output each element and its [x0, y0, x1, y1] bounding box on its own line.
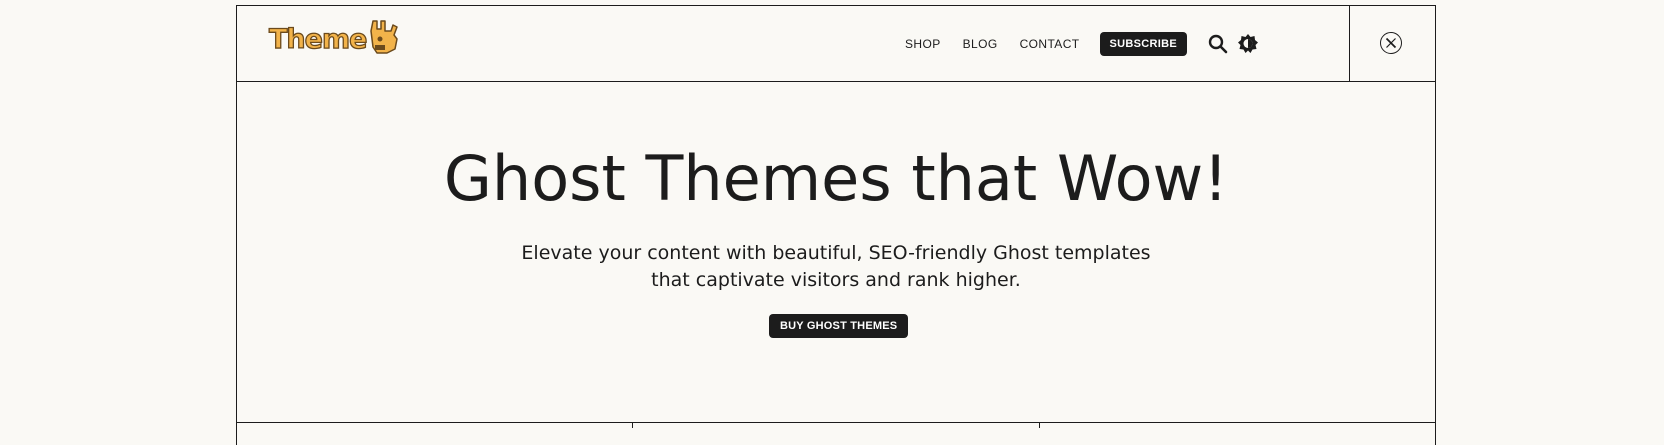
grid-column-divider [1039, 422, 1040, 428]
buy-ghost-themes-button[interactable]: BUY GHOST THEMES [769, 314, 909, 338]
site-logo[interactable]: Theme [268, 19, 401, 56]
rock-hand-logo-icon [370, 19, 399, 54]
hero-subtitle: Elevate your content with beautiful, SEO… [236, 240, 1436, 294]
site-header: Theme SHOP BLOG CONTACT SUBSCRIBE [236, 5, 1436, 82]
x-social-link[interactable] [1380, 32, 1402, 54]
main-nav: SHOP BLOG CONTACT SUBSCRIBE [905, 6, 1259, 81]
hero-subtitle-line-2: that captivate visitors and rank higher. [651, 269, 1021, 291]
nav-shop[interactable]: SHOP [905, 37, 941, 51]
subscribe-button[interactable]: SUBSCRIBE [1099, 31, 1187, 56]
section-divider [236, 422, 1436, 423]
nav-contact[interactable]: CONTACT [1020, 37, 1080, 51]
header-divider [1349, 6, 1350, 81]
search-icon [1208, 34, 1228, 53]
search-button[interactable] [1207, 33, 1229, 55]
theme-toggle-icon [1238, 33, 1258, 53]
hero-title: Ghost Themes that Wow! [443, 142, 1229, 215]
theme-toggle-button[interactable] [1237, 33, 1259, 55]
hero-subtitle-line-1: Elevate your content with beautiful, SEO… [521, 242, 1151, 264]
logo-text: Theme [268, 23, 368, 55]
grid-column-divider [632, 422, 633, 428]
nav-blog[interactable]: BLOG [963, 37, 998, 51]
x-social-icon [1385, 37, 1397, 49]
